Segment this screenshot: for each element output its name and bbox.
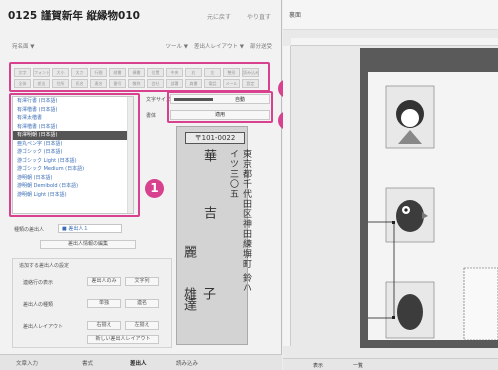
options-title: 追加する差出人の設定 bbox=[19, 263, 70, 269]
card-back-panel: 裏面 表示 一覧 bbox=[283, 0, 498, 370]
right-header: 裏面 bbox=[283, 0, 498, 30]
undo-redo-bar: 元に戻す やり直す bbox=[207, 12, 271, 21]
tab-import[interactable]: 読み込み bbox=[176, 359, 198, 367]
address-editor-panel: 0125 謹賀新年 縦縁物010 元に戻す やり直す 宛名面 ▼ ツール ▼ 差… bbox=[0, 0, 297, 370]
row3-option-a[interactable]: 右揃え bbox=[87, 321, 121, 330]
row3-label: 差出人レイアウト bbox=[23, 324, 64, 330]
redo-button[interactable]: やり直す bbox=[247, 12, 271, 21]
undo-button[interactable]: 元に戻す bbox=[207, 12, 231, 21]
highlight-frame-toolbar bbox=[9, 62, 270, 92]
recipient-name-1: 華 吉 bbox=[201, 149, 216, 240]
recipient-address: 東京都千代田区神田練塀町 鈴ハイツ三〇五 bbox=[228, 149, 251, 293]
card-paper bbox=[365, 72, 498, 341]
tab-text-input[interactable]: 文章入力 bbox=[16, 359, 38, 367]
recipient-name-3: 子 雄 bbox=[181, 287, 215, 318]
horizontal-ruler bbox=[291, 38, 498, 46]
row2-option-b[interactable]: 連名 bbox=[125, 299, 159, 308]
extra-menu[interactable]: 部分送受 bbox=[250, 42, 272, 50]
row3-option-b[interactable]: 左揃え bbox=[125, 321, 159, 330]
layout-menu[interactable]: 差出人レイアウト ▼ bbox=[194, 42, 244, 50]
badge-1: 1 bbox=[145, 179, 164, 198]
highlight-frame-settings bbox=[167, 91, 273, 123]
sender-type-select[interactable]: ■ 差出人１ bbox=[58, 224, 122, 233]
card-design-canvas[interactable] bbox=[360, 48, 498, 348]
font-label: 書体 bbox=[146, 113, 157, 119]
page-title: 0125 謹賀新年 縦縁物010 bbox=[8, 10, 140, 22]
tab-sender[interactable]: 差出人 bbox=[130, 359, 147, 367]
postal-code: 〒101-0022 bbox=[185, 132, 245, 144]
right-bottom-bar: 表示 一覧 bbox=[283, 358, 498, 370]
new-year-illustration bbox=[365, 85, 498, 341]
tab-format[interactable]: 書式 bbox=[82, 359, 93, 367]
row1-option-b[interactable]: 文字列 bbox=[125, 277, 159, 286]
sender-type-label: 種類の差出人 bbox=[14, 227, 45, 233]
row1-label: 連絡行の表示 bbox=[23, 280, 54, 286]
vertical-ruler bbox=[283, 46, 291, 346]
bottom-tabs: 文章入力 書式 差出人 読み込み bbox=[0, 354, 282, 370]
app-window: 0125 謹賀新年 縦縁物010 元に戻す やり直す 宛名面 ▼ ツール ▼ 差… bbox=[0, 0, 498, 370]
sender-options-box: 追加する差出人の設定 連絡行の表示 差出人のみ 文字列 差出人の種類 単独 連名… bbox=[12, 258, 172, 348]
highlight-frame-font-list bbox=[9, 93, 140, 217]
edit-sender-button[interactable]: 差出人情報の編集 bbox=[40, 240, 136, 249]
postcard-preview: 〒101-0022 東京都千代田区神田練塀町 鈴ハイツ三〇五 華 吉 麗 達 子… bbox=[176, 126, 251, 345]
list-button[interactable]: 一覧 bbox=[353, 362, 363, 369]
menu-row: 宛名面 ▼ ツール ▼ 差出人レイアウト ▼ 部分送受 bbox=[0, 38, 282, 54]
row2-option-a[interactable]: 単独 bbox=[87, 299, 121, 308]
tool-menu[interactable]: ツール ▼ bbox=[166, 42, 188, 50]
row1-option-a[interactable]: 差出人のみ bbox=[87, 277, 121, 286]
right-title: 裏面 bbox=[289, 12, 302, 19]
view-button[interactable]: 表示 bbox=[313, 362, 323, 369]
new-layout-button[interactable]: 新しい差出人レイアウト bbox=[87, 335, 159, 344]
side-select[interactable]: 宛名面 ▼ bbox=[12, 42, 34, 50]
row2-label: 差出人の種類 bbox=[23, 302, 54, 308]
